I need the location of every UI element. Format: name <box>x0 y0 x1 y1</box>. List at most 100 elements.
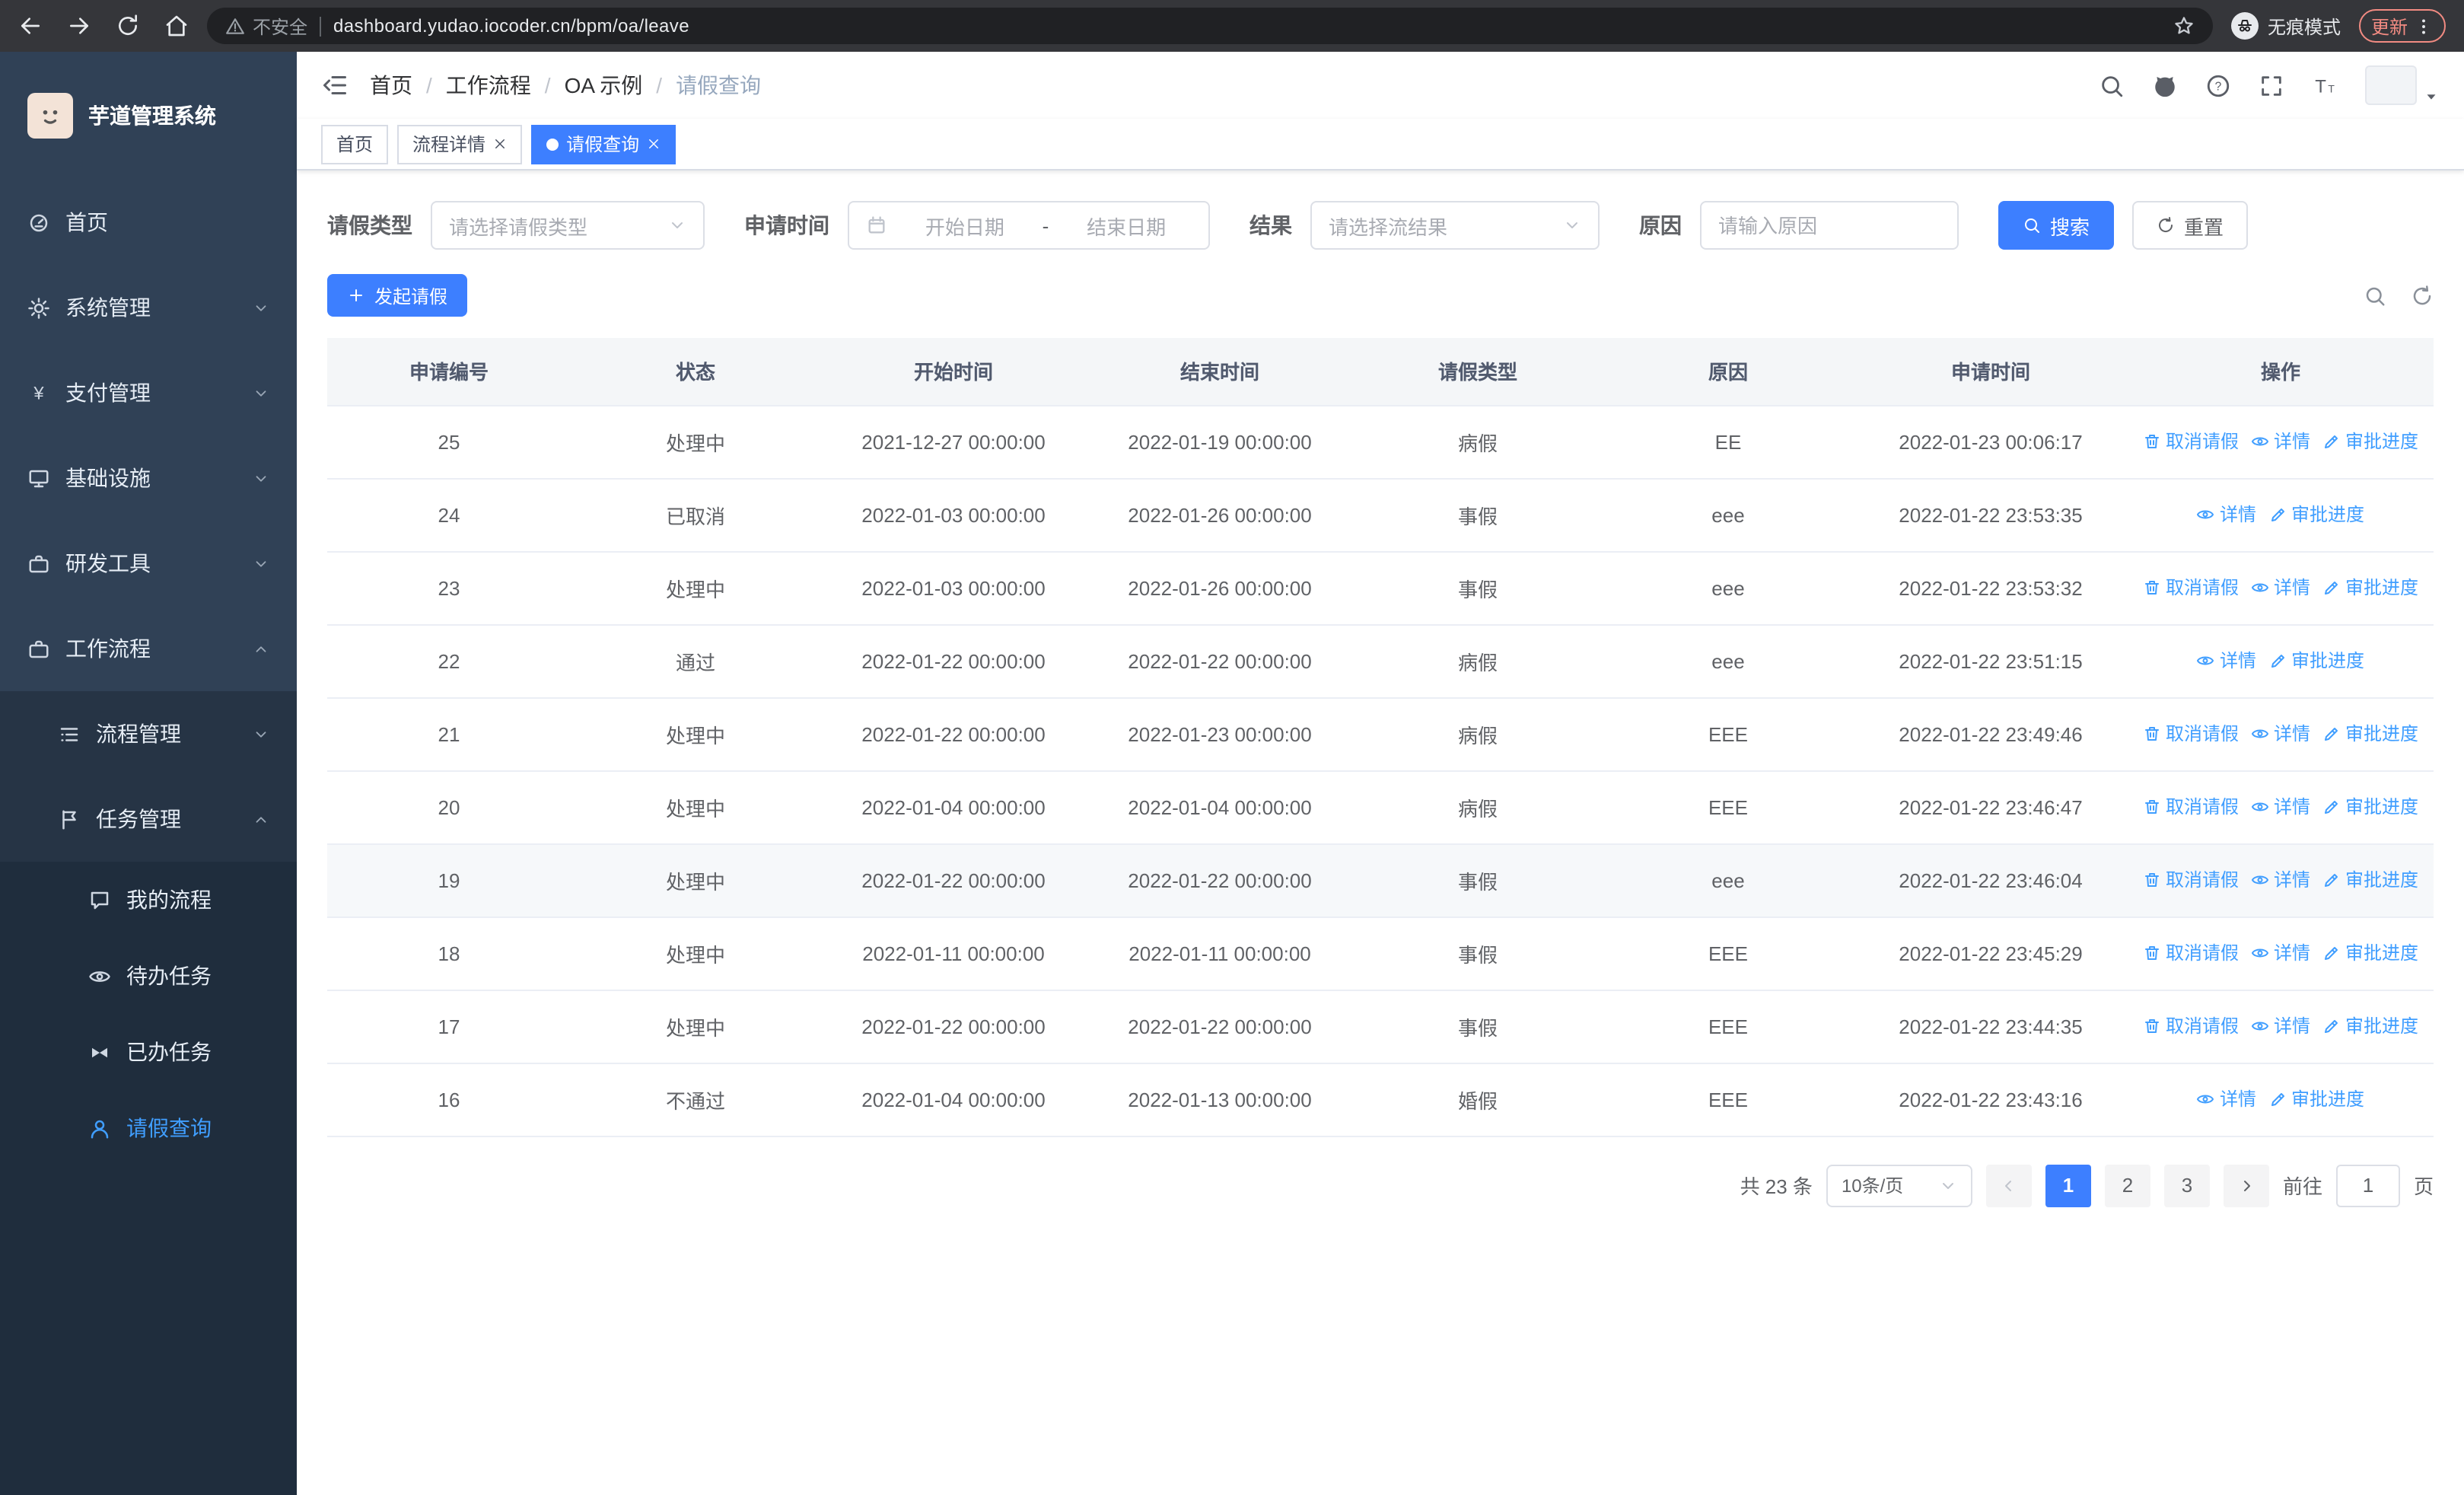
header-search-icon[interactable] <box>2099 72 2125 98</box>
breadcrumb-item[interactable]: 首页 <box>370 70 412 100</box>
progress-link[interactable]: 审批进度 <box>2322 867 2418 893</box>
detail-link[interactable]: 详情 <box>2251 867 2310 893</box>
page-button-1[interactable]: 1 <box>2045 1164 2091 1207</box>
table-header: 申请编号 状态 开始时间 结束时间 请假类型 原因 申请时间 操作 <box>327 338 2434 406</box>
fullscreen-icon[interactable] <box>2259 72 2284 98</box>
goto-page-input[interactable] <box>2335 1164 2400 1207</box>
cell-start: 2022-01-22 00:00:00 <box>861 649 1046 672</box>
update-label: 更新 <box>2370 16 2408 37</box>
back-icon[interactable] <box>18 14 43 38</box>
close-icon[interactable] <box>493 137 507 151</box>
github-icon[interactable] <box>2152 72 2178 98</box>
sidebar-item-7[interactable]: 任务管理 <box>0 776 297 862</box>
progress-link[interactable]: 审批进度 <box>2322 721 2418 747</box>
prev-page-button[interactable] <box>1985 1164 2032 1207</box>
cancel-link[interactable]: 取消请假 <box>2143 940 2239 966</box>
reload-icon[interactable] <box>116 14 140 38</box>
font-size-icon[interactable]: TT <box>2312 72 2338 98</box>
sidebar-item-1[interactable]: 系统管理 <box>0 265 297 350</box>
progress-link[interactable]: 审批进度 <box>2322 1013 2418 1039</box>
close-icon[interactable] <box>647 137 661 151</box>
reset-button[interactable]: 重置 <box>2132 201 2249 250</box>
home-icon[interactable] <box>164 14 189 38</box>
table-row[interactable]: 21 处理中 2022-01-22 00:00:00 2022-01-23 00:00… <box>327 697 2434 771</box>
tab-2[interactable]: 请假查询 <box>531 124 676 164</box>
table-row[interactable]: 16 不通过 2022-01-04 00:00:00 2022-01-13 00:00… <box>327 1063 2434 1136</box>
sidebar-item-3[interactable]: 基础设施 <box>0 435 297 521</box>
progress-link[interactable]: 审批进度 <box>2268 648 2364 674</box>
result-select[interactable]: 请选择流结果 <box>1310 201 1600 250</box>
bookmark-star-icon[interactable] <box>2173 15 2195 37</box>
sidebar-item-8[interactable]: 我的流程 <box>0 862 297 938</box>
cell-type: 事假 <box>1457 870 1498 893</box>
page-button-3[interactable]: 3 <box>2163 1164 2210 1207</box>
leave-type-select[interactable]: 请选择请假类型 <box>431 201 705 250</box>
progress-link[interactable]: 审批进度 <box>2322 575 2418 601</box>
detail-link[interactable]: 详情 <box>2197 648 2256 674</box>
detail-link[interactable]: 详情 <box>2251 794 2310 820</box>
table-row[interactable]: 23 处理中 2022-01-03 00:00:00 2022-01-26 00:00… <box>327 551 2434 625</box>
security-warning[interactable]: 不安全 <box>225 13 307 39</box>
breadcrumb-item[interactable]: OA 示例 <box>565 70 643 100</box>
page-size-select[interactable]: 10条/页 <box>1826 1164 1972 1207</box>
browser-menu-button[interactable]: 更新 <box>2358 9 2446 43</box>
help-icon[interactable]: ? <box>2205 72 2231 98</box>
cancel-link[interactable]: 取消请假 <box>2143 721 2239 747</box>
table-row[interactable]: 19 处理中 2022-01-22 00:00:00 2022-01-22 00:00… <box>327 843 2434 917</box>
sidebar-item-6[interactable]: 流程管理 <box>0 691 297 776</box>
forward-icon[interactable] <box>67 14 91 38</box>
page-button-2[interactable]: 2 <box>2104 1164 2150 1207</box>
next-page-button[interactable] <box>2223 1164 2269 1207</box>
cancel-link[interactable]: 取消请假 <box>2143 867 2239 893</box>
create-leave-button[interactable]: 发起请假 <box>327 274 468 317</box>
cancel-link[interactable]: 取消请假 <box>2143 429 2239 454</box>
incognito-icon <box>2236 17 2254 35</box>
detail-link[interactable]: 详情 <box>2251 575 2310 601</box>
sidebar-item-5[interactable]: 工作流程 <box>0 606 297 691</box>
url-bar[interactable]: 不安全 dashboard.yudao.iocoder.cn/bpm/oa/le… <box>207 8 2213 44</box>
cancel-link[interactable]: 取消请假 <box>2143 794 2239 820</box>
progress-link[interactable]: 审批进度 <box>2268 502 2364 528</box>
sidebar-background <box>0 1166 297 1495</box>
cancel-link[interactable]: 取消请假 <box>2143 1013 2239 1039</box>
progress-link[interactable]: 审批进度 <box>2268 1086 2364 1112</box>
user-menu[interactable] <box>2365 65 2440 105</box>
tab-0[interactable]: 首页 <box>321 124 389 164</box>
detail-link[interactable]: 详情 <box>2251 721 2310 747</box>
app-logo[interactable]: 芋道管理系统 <box>0 52 297 180</box>
cell-end: 2022-01-22 00:00:00 <box>1128 649 1312 672</box>
table-row[interactable]: 20 处理中 2022-01-04 00:00:00 2022-01-04 00:00… <box>327 770 2434 844</box>
search-button[interactable]: 搜索 <box>1998 201 2115 250</box>
apply-time-range-picker[interactable]: 开始日期 - 结束日期 <box>848 201 1210 250</box>
sidebar-item-11[interactable]: 请假查询 <box>0 1090 297 1166</box>
sidebar-item-2[interactable]: ¥ 支付管理 <box>0 350 297 435</box>
sidebar-item-4[interactable]: 研发工具 <box>0 521 297 606</box>
tab-1[interactable]: 流程详情 <box>397 124 523 164</box>
detail-link[interactable]: 详情 <box>2197 1086 2256 1112</box>
sidebar-item-9[interactable]: 待办任务 <box>0 938 297 1014</box>
table-row[interactable]: 25 处理中 2021-12-27 00:00:00 2022-01-19 00:00… <box>327 405 2434 479</box>
detail-link[interactable]: 详情 <box>2251 1013 2310 1039</box>
reason-input[interactable] <box>1700 201 1959 250</box>
breadcrumb-item[interactable]: 工作流程 <box>446 70 531 100</box>
toggle-search-icon[interactable] <box>2364 284 2386 307</box>
detail-link[interactable]: 详情 <box>2197 502 2256 528</box>
sidebar-item-10[interactable]: 已办任务 <box>0 1014 297 1090</box>
collapse-sidebar-icon[interactable] <box>321 72 349 99</box>
progress-link[interactable]: 审批进度 <box>2322 940 2418 966</box>
table-row[interactable]: 22 通过 2022-01-22 00:00:00 2022-01-22 00:00:… <box>327 624 2434 698</box>
detail-link[interactable]: 详情 <box>2251 429 2310 454</box>
progress-link[interactable]: 审批进度 <box>2322 794 2418 820</box>
detail-link[interactable]: 详情 <box>2251 940 2310 966</box>
chevron-up-icon <box>253 640 269 657</box>
table-row[interactable]: 17 处理中 2022-01-22 00:00:00 2022-01-22 00:00… <box>327 990 2434 1063</box>
kebab-menu-icon[interactable] <box>2414 16 2434 36</box>
progress-link[interactable]: 审批进度 <box>2322 429 2418 454</box>
cancel-link[interactable]: 取消请假 <box>2143 575 2239 601</box>
table-row[interactable]: 24 已取消 2022-01-03 00:00:00 2022-01-26 00:00… <box>327 478 2434 552</box>
sidebar-item-0[interactable]: 首页 <box>0 180 297 265</box>
refresh-table-icon[interactable] <box>2411 284 2434 307</box>
eye-icon <box>2197 652 2215 670</box>
table-row[interactable]: 18 处理中 2022-01-11 00:00:00 2022-01-11 00:00… <box>327 916 2434 990</box>
edit-icon <box>2322 432 2341 451</box>
